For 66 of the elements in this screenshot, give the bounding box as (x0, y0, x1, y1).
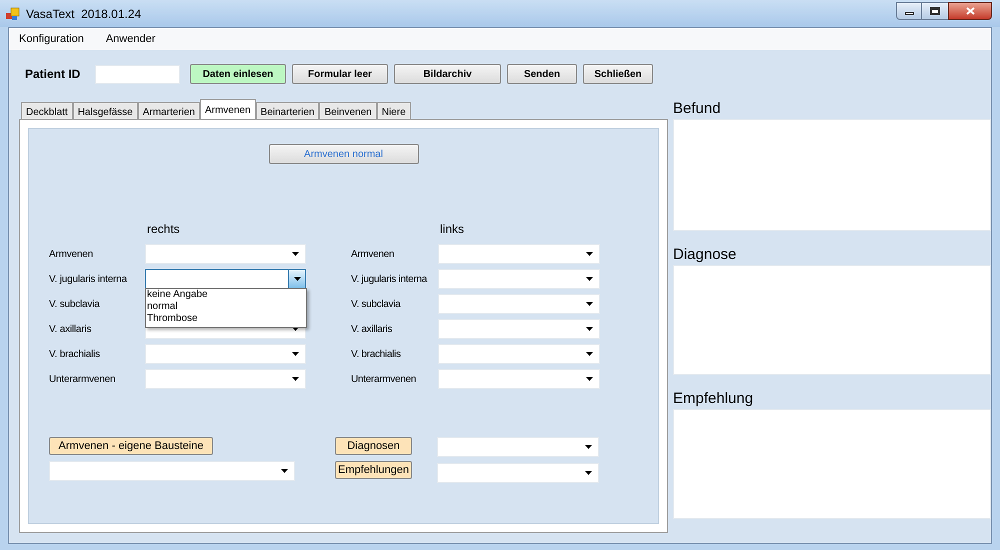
menu-item[interactable]: Konfiguration (19, 30, 84, 48)
dropdown-option[interactable]: Thrombose (146, 313, 306, 325)
tab[interactable]: Beinvenen (319, 102, 377, 119)
tab[interactable]: Halsgefässe (72, 102, 138, 119)
dropdown-arrow-icon (292, 377, 299, 381)
close-button[interactable] (948, 2, 992, 20)
field-label: V. subclavia (351, 298, 402, 312)
field-label: V. brachialis (49, 348, 101, 362)
field-label: Unterarmvenen (49, 372, 116, 386)
patient-id-field[interactable] (95, 64, 180, 84)
text-area[interactable] (673, 265, 991, 375)
toolbar-button[interactable]: Daten einlesen (190, 64, 286, 84)
field-label: V. subclavia (49, 298, 101, 312)
dropdown-arrow-icon (585, 445, 592, 449)
maximize-button[interactable] (922, 2, 948, 20)
dropdown-arrow-icon (586, 377, 593, 381)
dropdown-option[interactable]: normal (146, 301, 306, 313)
dropdown-field[interactable] (145, 269, 306, 289)
window-title: VasaText 2018.01.24 (26, 6, 142, 22)
section-title: Diagnose (673, 245, 738, 265)
field-label: Unterarmvenen (351, 372, 418, 386)
minimize-button[interactable] (896, 2, 922, 20)
normal-button[interactable]: Armvenen normal (268, 144, 418, 164)
building-blocks-button[interactable]: Armvenen - eigene Bausteine (49, 437, 213, 455)
dropdown-option[interactable]: keine Angabe (146, 289, 306, 301)
field-label: V. jugularis interna (351, 272, 428, 286)
menu-item[interactable]: Anwender (106, 30, 156, 48)
patient-id-label: Patient ID (25, 66, 82, 83)
tab[interactable]: Armvenen (200, 99, 256, 119)
dropdown-arrow-icon (586, 277, 593, 281)
dropdown-arrow-icon (586, 327, 593, 331)
column-heading: rechts (147, 221, 181, 238)
field-label: V. brachialis (351, 348, 402, 362)
dropdown-arrow-icon (586, 302, 593, 306)
dropdown-arrow-icon (294, 277, 300, 281)
toolbar-button[interactable]: Senden (507, 64, 577, 84)
close-icon (966, 6, 974, 14)
dropdown-arrow-icon (281, 469, 288, 473)
dropdown-arrow-icon (292, 252, 299, 256)
diagnoses-button[interactable]: Diagnosen (335, 437, 412, 455)
section-title: Befund (673, 99, 722, 119)
section-title: Empfehlung (673, 389, 754, 409)
app-icon (6, 6, 20, 20)
dropdown-arrow-icon (292, 327, 299, 331)
toolbar-button[interactable]: Schließen (583, 64, 653, 84)
field-label: V. axillaris (351, 322, 394, 336)
toolbar-button[interactable]: Formular leer (292, 64, 388, 84)
tab[interactable]: Niere (376, 102, 411, 119)
tab[interactable]: Beinarterien (256, 102, 320, 119)
recommendations-button[interactable]: Empfehlungen (335, 461, 412, 479)
field-label: V. axillaris (49, 322, 92, 336)
dropdown-arrow-icon (585, 471, 592, 475)
toolbar-button[interactable]: Bildarchiv (394, 64, 501, 84)
tab[interactable]: Deckblatt (21, 102, 73, 119)
minimize-icon (904, 12, 914, 14)
dropdown-arrow-icon (586, 252, 593, 256)
dropdown-arrow-icon (586, 352, 593, 356)
maximize-icon (930, 6, 940, 14)
column-heading: links (440, 221, 464, 238)
field-label: V. jugularis interna (49, 272, 128, 286)
field-label: Armvenen (49, 248, 94, 262)
dropdown-arrow-icon (292, 352, 299, 356)
field-label: Armvenen (351, 248, 396, 262)
text-area[interactable] (673, 119, 991, 231)
tab[interactable]: Armarterien (138, 102, 200, 119)
text-area[interactable] (673, 409, 991, 519)
